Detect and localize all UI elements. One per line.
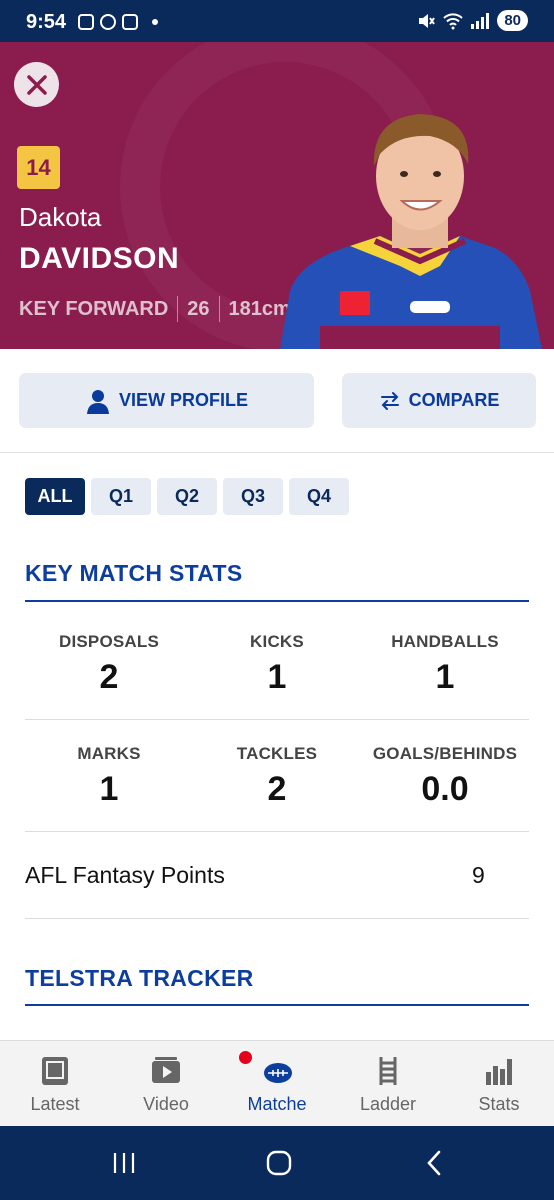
section-underline: [25, 1004, 529, 1006]
nav-label: Video: [143, 1094, 189, 1114]
nav-label: Latest: [30, 1094, 80, 1114]
section-underline: [25, 600, 529, 602]
divider: [0, 452, 554, 453]
tab-q2[interactable]: Q2: [157, 478, 217, 515]
tablet-icon: [42, 1057, 68, 1085]
stat-value: 1: [267, 658, 287, 696]
bottom-nav: Latest Video Matche Ladder Stats: [0, 1040, 554, 1126]
swap-arrows-icon: [380, 391, 399, 410]
row-divider: [25, 918, 529, 919]
tab-q1[interactable]: Q1: [91, 478, 151, 515]
home-icon[interactable]: [264, 1148, 294, 1178]
signal-icon: [471, 12, 490, 29]
recent-apps-icon[interactable]: [109, 1148, 139, 1178]
tab-q3[interactable]: Q3: [223, 478, 283, 515]
player-hero: 14 Dakota DAVIDSON KEY FORWARD 26 181cm: [0, 42, 554, 349]
stat-value: 2: [267, 770, 287, 808]
meta-divider: [177, 296, 179, 322]
ladder-icon: [379, 1057, 397, 1085]
stat-value: 0.0: [421, 770, 469, 808]
row-divider: [25, 719, 529, 720]
meta-divider: [218, 296, 220, 322]
player-number-badge: 14: [17, 146, 60, 189]
screenshot-icon: [78, 14, 94, 30]
stat-kicks: KICKS 1: [193, 632, 361, 697]
stat-label: HANDBALLS: [391, 632, 499, 651]
player-position: KEY FORWARD: [19, 297, 169, 320]
wifi-icon: [443, 12, 464, 29]
tab-q4[interactable]: Q4: [289, 478, 349, 515]
key-match-stats-title: KEY MATCH STATS: [25, 560, 243, 586]
football-icon: [264, 1063, 292, 1083]
nav-matches[interactable]: Matche: [222, 1041, 332, 1127]
person-icon: [86, 389, 109, 414]
player-meta: KEY FORWARD 26 181cm: [19, 296, 291, 322]
view-profile-button[interactable]: VIEW PROFILE: [19, 373, 314, 428]
player-age: 26: [187, 297, 210, 320]
nav-label: Ladder: [359, 1094, 417, 1114]
view-profile-label: VIEW PROFILE: [118, 390, 248, 410]
stat-label: TACKLES: [236, 744, 318, 763]
stat-label: GOALS/BEHINDS: [372, 744, 518, 763]
quarter-tabs: ALL Q1 Q2 Q3 Q4: [25, 478, 349, 515]
close-button[interactable]: [14, 62, 59, 107]
stat-value: 2: [99, 658, 119, 696]
back-icon[interactable]: [420, 1148, 450, 1178]
nav-label: Matche: [247, 1094, 307, 1114]
bar-chart-icon: [486, 1059, 512, 1085]
video-icon: [152, 1057, 180, 1083]
status-time: 9:54: [26, 11, 67, 33]
notification-dot-icon: [152, 19, 158, 25]
system-navigation-bar: [0, 1126, 554, 1200]
stat-disposals: DISPOSALS 2: [25, 632, 193, 697]
battery-indicator: 80: [497, 10, 528, 31]
nav-ladder[interactable]: Ladder: [333, 1041, 443, 1127]
close-icon: [26, 74, 47, 95]
nav-latest[interactable]: Latest: [0, 1041, 110, 1127]
stat-value: 1: [99, 770, 119, 808]
telstra-tracker-title: TELSTRA TRACKER: [25, 965, 254, 991]
stat-marks: MARKS 1: [25, 744, 193, 809]
nav-stats[interactable]: Stats: [444, 1041, 554, 1127]
stat-goals-behinds: GOALS/BEHINDS 0.0: [361, 744, 529, 809]
stat-label: KICKS: [250, 632, 304, 651]
tab-all[interactable]: ALL: [25, 478, 85, 515]
player-first-name: Dakota: [19, 202, 102, 232]
instagram-icon: [122, 14, 138, 30]
stat-label: MARKS: [77, 744, 141, 763]
stat-label: DISPOSALS: [58, 632, 160, 651]
row-divider: [25, 831, 529, 832]
stat-value: 1: [435, 658, 455, 696]
notification-dot: [239, 1051, 252, 1064]
status-bar: 9:54 80: [0, 0, 554, 42]
nav-video[interactable]: Video: [111, 1041, 221, 1127]
stat-handballs: HANDBALLS 1: [361, 632, 529, 697]
nav-label: Stats: [478, 1094, 520, 1114]
compare-button[interactable]: COMPARE: [342, 373, 536, 428]
player-portrait: [280, 114, 542, 349]
fantasy-points-label: AFL Fantasy Points: [25, 862, 225, 888]
mute-icon: [419, 13, 436, 28]
player-last-name: DAVIDSON: [19, 242, 180, 275]
messenger-icon: [100, 14, 116, 30]
fantasy-points-value: 9: [472, 862, 485, 888]
compare-label: COMPARE: [408, 390, 500, 410]
stat-tackles: TACKLES 2: [193, 744, 361, 809]
